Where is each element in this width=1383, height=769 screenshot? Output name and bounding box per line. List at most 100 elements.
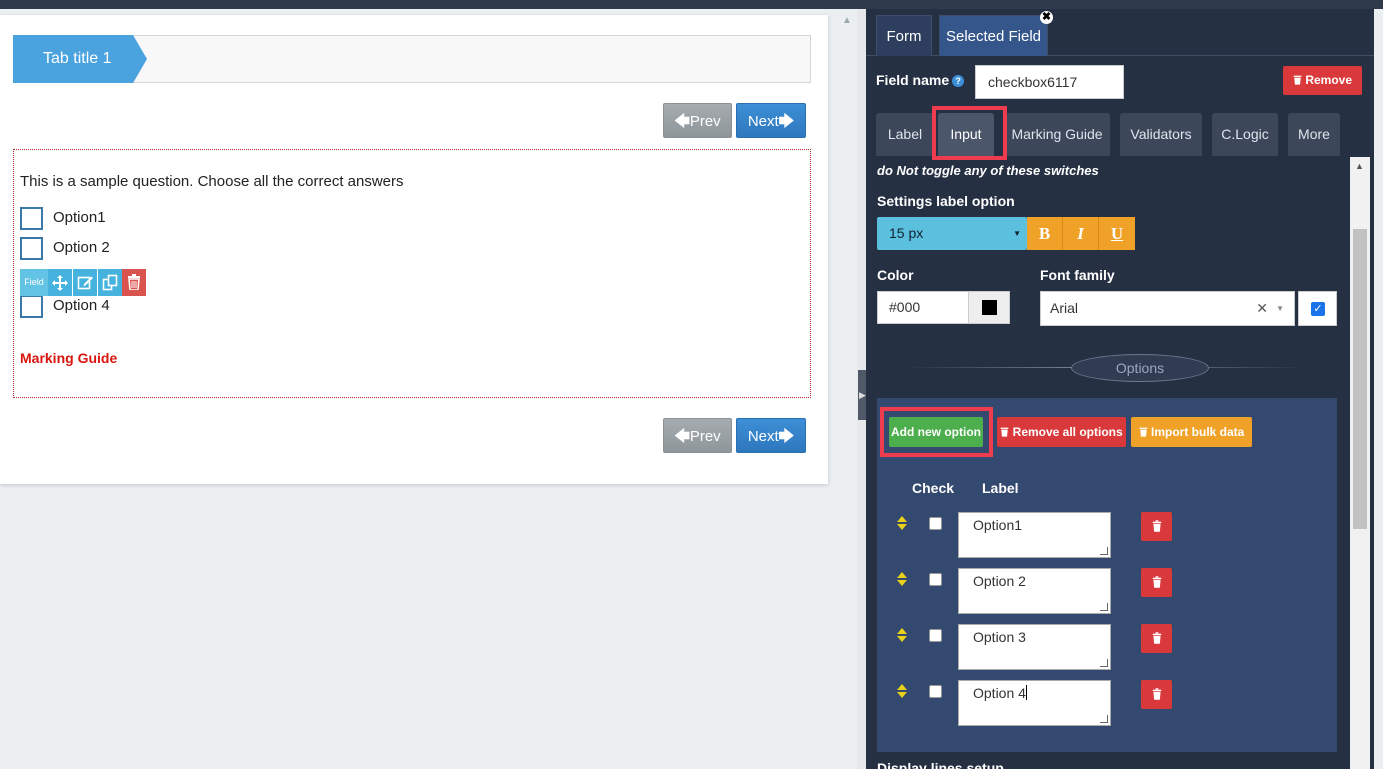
color-input[interactable]: #000 bbox=[877, 291, 969, 324]
prev-label: Prev bbox=[689, 113, 721, 130]
field-name-label: Field name? bbox=[876, 72, 965, 88]
sort-arrows-icon[interactable] bbox=[896, 684, 908, 698]
trash-icon bbox=[1152, 520, 1161, 532]
field-name-input[interactable]: checkbox6117 bbox=[975, 65, 1124, 99]
check-column-header: Check bbox=[912, 480, 955, 496]
resize-grip-icon[interactable] bbox=[1100, 603, 1108, 611]
option-label-input[interactable]: Option 3 bbox=[958, 624, 1111, 670]
trash-icon bbox=[1293, 75, 1302, 85]
checkmark-icon: ✓ bbox=[1311, 302, 1325, 316]
trash-icon bbox=[1152, 688, 1161, 700]
resize-grip-icon[interactable] bbox=[1100, 547, 1108, 555]
italic-button[interactable]: I bbox=[1063, 217, 1099, 250]
label-column-header: Label bbox=[982, 480, 1019, 496]
remove-field-button[interactable]: Remove bbox=[1283, 66, 1362, 95]
edit-icon bbox=[77, 276, 93, 290]
sort-arrows-icon[interactable] bbox=[896, 572, 908, 586]
arrow-right-icon: 🡆 bbox=[778, 428, 795, 445]
move-button[interactable] bbox=[48, 269, 72, 296]
arrow-left-icon: 🡄 bbox=[674, 428, 690, 445]
question-text: This is a sample question. Choose all th… bbox=[20, 173, 404, 190]
remove-all-options-button[interactable]: Remove all options bbox=[997, 417, 1126, 447]
panel-scrollbar[interactable]: ▲ bbox=[1350, 157, 1370, 769]
font-size-select[interactable]: 15 px ▼ bbox=[877, 217, 1027, 250]
next-label: Next bbox=[747, 428, 779, 445]
delete-option-button[interactable] bbox=[1141, 680, 1172, 709]
trash-icon bbox=[1152, 576, 1161, 588]
delete-option-button[interactable] bbox=[1141, 568, 1172, 597]
chevron-down-icon: ▼ bbox=[1276, 304, 1284, 313]
delete-field-button[interactable] bbox=[122, 269, 146, 296]
panel-tabs: Form Selected Field ✖ bbox=[866, 9, 1374, 56]
option-checkbox[interactable] bbox=[20, 295, 43, 318]
font-family-select[interactable]: Arial ✕ ▼ bbox=[1040, 291, 1295, 326]
next-label: Next bbox=[747, 113, 779, 130]
subtab-marking-guide[interactable]: Marking Guide bbox=[1004, 113, 1110, 156]
option-label-input[interactable]: Option1 bbox=[958, 512, 1111, 558]
import-bulk-data-button[interactable]: Import bulk data bbox=[1131, 417, 1252, 447]
tab-title-1[interactable]: Tab title 1 bbox=[13, 35, 147, 83]
option-correct-checkbox[interactable] bbox=[929, 685, 942, 698]
remove-label: Remove bbox=[1305, 73, 1353, 87]
close-icon[interactable]: ✖ bbox=[1040, 11, 1053, 24]
trash-icon bbox=[1000, 427, 1009, 437]
color-picker-button[interactable] bbox=[968, 291, 1010, 324]
properties-panel: Form Selected Field ✖ Field name? checkb… bbox=[866, 9, 1374, 769]
option-label-input[interactable]: Option 2 bbox=[958, 568, 1111, 614]
sort-arrows-icon[interactable] bbox=[896, 628, 908, 642]
font-family-label: Font family bbox=[1040, 267, 1115, 283]
switch-note: do Not toggle any of these switches bbox=[877, 163, 1099, 178]
delete-option-button[interactable] bbox=[1141, 624, 1172, 653]
add-option-highlight bbox=[880, 407, 993, 457]
arrow-right-icon: 🡆 bbox=[778, 113, 795, 130]
prev-button-top[interactable]: 🡄Prev bbox=[663, 103, 732, 138]
field-toolbar-label: Field bbox=[20, 269, 48, 296]
question-field[interactable]: This is a sample question. Choose all th… bbox=[13, 149, 811, 398]
font-family-toggle[interactable]: ✓ bbox=[1298, 291, 1337, 326]
next-button-top[interactable]: Next🡆 bbox=[736, 103, 806, 138]
subtab-clogic[interactable]: C.Logic bbox=[1212, 113, 1278, 156]
underline-button[interactable]: U bbox=[1099, 217, 1135, 250]
option-label: Option 2 bbox=[53, 239, 110, 256]
resize-grip-icon[interactable] bbox=[1100, 659, 1108, 667]
next-button-bottom[interactable]: Next🡆 bbox=[736, 418, 806, 453]
option-checkbox[interactable] bbox=[20, 237, 43, 260]
input-settings-area: do Not toggle any of these switches Sett… bbox=[866, 157, 1350, 769]
form-canvas: Tab title 1 🡄Prev Next🡆 This is a sample… bbox=[0, 15, 828, 484]
subtab-label[interactable]: Label bbox=[876, 113, 934, 156]
move-icon bbox=[52, 275, 68, 291]
trash-icon bbox=[1139, 427, 1148, 437]
canvas-scroll-up-icon[interactable]: ▲ bbox=[842, 15, 852, 26]
tab-form[interactable]: Form bbox=[876, 15, 932, 56]
marking-guide-link[interactable]: Marking Guide bbox=[20, 350, 117, 366]
edit-button[interactable] bbox=[73, 269, 97, 296]
prev-button-bottom[interactable]: 🡄Prev bbox=[663, 418, 732, 453]
sort-arrows-icon[interactable] bbox=[896, 516, 908, 530]
option-checkbox[interactable] bbox=[20, 207, 43, 230]
option-correct-checkbox[interactable] bbox=[929, 629, 942, 642]
settings-label-option: Settings label option bbox=[877, 193, 1015, 209]
field-name-text: Field name bbox=[876, 72, 950, 88]
scroll-up-icon[interactable]: ▲ bbox=[1355, 161, 1364, 171]
resize-grip-icon[interactable] bbox=[1100, 715, 1108, 723]
delete-option-button[interactable] bbox=[1141, 512, 1172, 541]
option-correct-checkbox[interactable] bbox=[929, 517, 942, 530]
option-label-input[interactable]: Option 4 bbox=[958, 680, 1111, 726]
color-swatch bbox=[982, 300, 997, 315]
color-label: Color bbox=[877, 267, 914, 283]
remove-all-label: Remove all options bbox=[1012, 425, 1123, 439]
bold-button[interactable]: B bbox=[1027, 217, 1063, 250]
help-icon[interactable]: ? bbox=[952, 75, 965, 87]
option-correct-checkbox[interactable] bbox=[929, 573, 942, 586]
scrollbar-thumb[interactable] bbox=[1353, 229, 1367, 529]
option-label: Option 4 bbox=[53, 297, 110, 314]
input-tab-highlight bbox=[932, 106, 1007, 160]
subtab-validators[interactable]: Validators bbox=[1120, 113, 1202, 156]
top-strip bbox=[0, 0, 1383, 9]
tab-selected-field[interactable]: Selected Field bbox=[939, 15, 1048, 56]
option-label-value: Option 4 bbox=[973, 685, 1026, 701]
clear-icon[interactable]: ✕ bbox=[1256, 292, 1268, 325]
subtab-more[interactable]: More bbox=[1288, 113, 1340, 156]
trash-icon bbox=[128, 274, 140, 291]
copy-button[interactable] bbox=[98, 269, 122, 296]
